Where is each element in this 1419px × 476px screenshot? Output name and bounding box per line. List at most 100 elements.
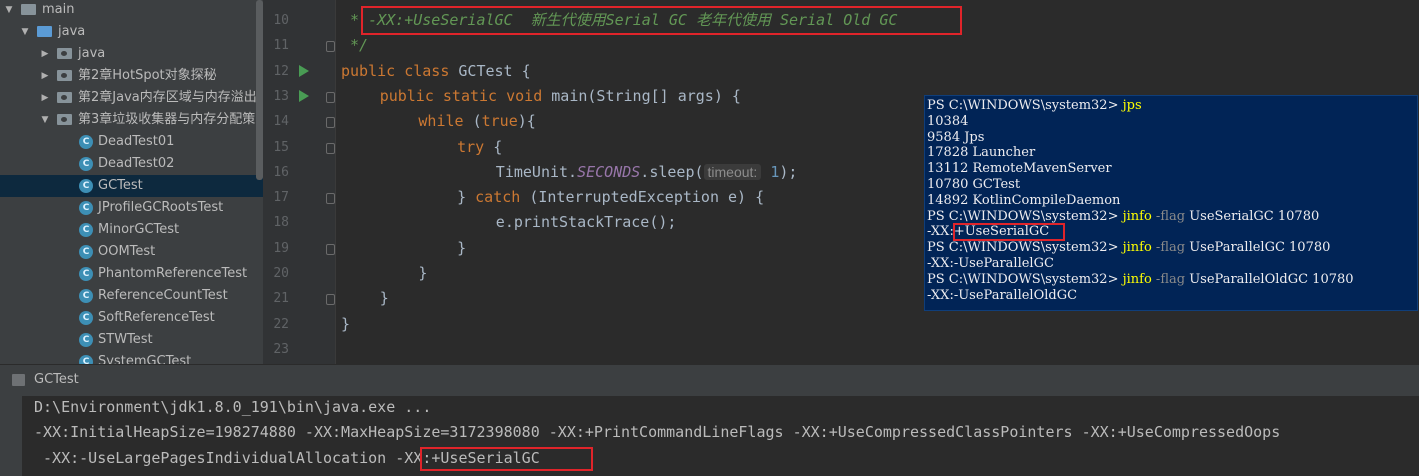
ps-line: PS C:\WINDOWS\system32> jinfo -flag UseP… <box>927 240 1330 256</box>
tree-item[interactable]: ▼ java <box>0 21 263 43</box>
code-text: } <box>418 261 427 286</box>
tree-item[interactable]: C SystemGCTest <box>0 351 263 364</box>
java-class-icon: C <box>79 311 93 325</box>
ps-prompt: PS C:\WINDOWS\system32> <box>927 271 1123 287</box>
java-class-icon: C <box>79 157 93 171</box>
tree-item[interactable]: ▶ 第2章HotSpot对象探秘 <box>0 65 263 87</box>
run-window-icon <box>12 374 25 386</box>
tree-item[interactable]: C DeadTest01 <box>0 131 263 153</box>
line-number: 18 <box>273 215 289 231</box>
code-token: static <box>442 86 498 105</box>
fold-marker-icon[interactable] <box>326 91 335 103</box>
tree-scrollbar[interactable] <box>256 0 263 180</box>
code-token: } <box>457 188 467 207</box>
ps-output: 10384 <box>927 113 969 129</box>
folder-icon <box>21 4 36 15</box>
tree-item[interactable]: C STWTest <box>0 329 263 351</box>
highlight-box-console <box>420 447 593 471</box>
method-call: e.printStackTrace(); <box>495 213 677 232</box>
line-number: 17 <box>273 190 289 206</box>
line-number: 16 <box>273 164 289 180</box>
ps-line: -XX:+UseSerialGC <box>927 224 1049 240</box>
tree-item-label: ReferenceCountTest <box>98 288 228 303</box>
fold-marker-icon[interactable] <box>326 294 335 306</box>
tree-item-label: main <box>42 2 75 17</box>
project-tree: ▼ main ▼ java ▶ java ▶ 第2章HotSpot对象探秘 ▶ 第2章Java内存… <box>0 0 263 364</box>
ps-output: -XX:+UseSerialGC <box>927 224 1050 240</box>
console-line-2: -XX:InitialHeapSize=198274880 -XX:MaxHea… <box>34 423 1281 441</box>
code-token: while <box>418 112 464 131</box>
fold-marker-icon[interactable] <box>326 193 335 205</box>
code-token: } <box>379 289 389 308</box>
package-icon <box>57 114 72 125</box>
tree-item-label: PhantomReferenceTest <box>98 266 248 281</box>
tree-item[interactable]: C PhantomReferenceTest <box>0 263 263 285</box>
tree-item-label: SystemGCTest <box>98 354 192 364</box>
package-icon <box>57 92 72 103</box>
code-token: catch <box>475 188 521 207</box>
code-text: public static void main(String[] args) { <box>380 84 741 109</box>
code-text: try { <box>457 135 502 160</box>
ps-args: UseParallelGC 10780 <box>1185 240 1331 256</box>
expand-arrow-icon[interactable]: ▶ <box>40 43 50 65</box>
package-icon <box>57 70 72 81</box>
tree-item[interactable]: ▶ java <box>0 43 263 65</box>
ps-line: 14892 KotlinCompileDaemon <box>927 193 1120 209</box>
code-token: ( <box>463 112 482 131</box>
tree-item[interactable]: ▼ 第3章垃圾收集器与内存分配策 <box>0 109 263 131</box>
ps-line: PS C:\WINDOWS\system32> jps <box>927 98 1142 114</box>
powershell-window[interactable]: PS C:\WINDOWS\system32> jps 10384 9584 Jps… <box>924 95 1418 311</box>
code-token: } <box>457 238 467 257</box>
tree-item-label: MinorGCTest <box>98 222 180 237</box>
run-gutter-icon[interactable] <box>299 64 309 77</box>
tree-item[interactable]: C OOMTest <box>0 241 263 263</box>
ps-line: 10384 <box>927 114 968 130</box>
class-name: GCTest { <box>458 61 531 80</box>
ps-line: PS C:\WINDOWS\system32> jinfo -flag UseP… <box>927 272 1354 288</box>
java-class-icon: C <box>79 245 93 259</box>
tree-item[interactable]: C SoftReferenceTest <box>0 307 263 329</box>
java-class-icon: C <box>79 179 93 193</box>
code-token: class <box>404 61 450 80</box>
ps-line: -XX:-UseParallelGC <box>927 256 1054 272</box>
tree-item-label: STWTest <box>98 332 153 347</box>
tree-item[interactable]: C JProfileGCRootsTest <box>0 197 263 219</box>
fold-marker-icon[interactable] <box>326 142 335 154</box>
ps-flag: -flag <box>1151 271 1186 287</box>
tree-item[interactable]: ▼ main <box>0 0 263 21</box>
ps-prompt: PS C:\WINDOWS\system32> <box>927 98 1123 113</box>
expand-arrow-icon[interactable]: ▼ <box>20 21 30 43</box>
console-gutter <box>0 396 22 476</box>
line-number: 19 <box>273 240 289 256</box>
ps-output: 14892 KotlinCompileDaemon <box>927 192 1121 208</box>
tree-item-label: OOMTest <box>98 244 156 259</box>
fold-marker-icon[interactable] <box>326 41 335 53</box>
ps-output: 9584 Jps <box>927 129 985 145</box>
expand-arrow-icon[interactable]: ▼ <box>4 0 14 21</box>
tree-item-label: 第2章Java内存区域与内存溢出 <box>78 90 257 105</box>
code-line: 22} <box>263 312 1419 337</box>
ps-line: PS C:\WINDOWS\system32> jinfo -flag UseS… <box>927 209 1319 225</box>
run-gutter-icon[interactable] <box>299 89 309 102</box>
ps-output: -XX:-UseParallelOldGC <box>927 287 1078 303</box>
fold-marker-icon[interactable] <box>326 243 335 255</box>
run-tab-label[interactable]: GCTest <box>34 372 79 387</box>
ps-output: 13112 RemoteMavenServer <box>927 161 1112 177</box>
tree-item[interactable]: C GCTest <box>0 175 263 197</box>
ps-command: jinfo <box>1122 240 1152 256</box>
code-text: while (true){ <box>418 109 535 134</box>
code-text: */ <box>341 33 368 58</box>
method-signature: main(String[] args) { <box>551 86 741 105</box>
tree-item[interactable]: ▶ 第2章Java内存区域与内存溢出 <box>0 87 263 109</box>
ps-flag: -flag <box>1151 208 1186 224</box>
expand-arrow-icon[interactable]: ▶ <box>40 87 50 109</box>
line-number: 12 <box>273 63 289 79</box>
expand-arrow-icon[interactable]: ▶ <box>40 65 50 87</box>
tree-item[interactable]: C ReferenceCountTest <box>0 285 263 307</box>
expand-arrow-icon[interactable]: ▼ <box>40 109 50 131</box>
tree-item[interactable]: C MinorGCTest <box>0 219 263 241</box>
fold-marker-icon[interactable] <box>326 117 335 129</box>
highlight-box-comment <box>361 6 962 35</box>
tree-item[interactable]: C DeadTest02 <box>0 153 263 175</box>
ps-command: jinfo <box>1122 271 1152 287</box>
